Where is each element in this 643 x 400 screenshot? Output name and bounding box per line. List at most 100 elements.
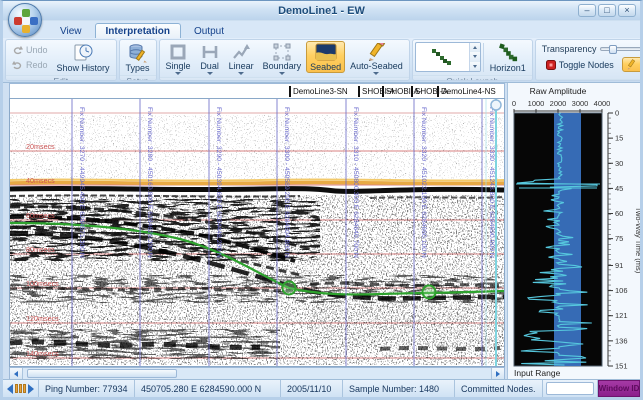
toggle-nodes-label: Toggle Nodes bbox=[559, 60, 614, 70]
horizon-node[interactable] bbox=[283, 282, 296, 295]
tab-view[interactable]: View bbox=[49, 23, 93, 38]
scrollbar-thumb[interactable] bbox=[27, 369, 177, 378]
auto-seabed-label: Auto-Seabed bbox=[350, 62, 403, 71]
time-grid-label: 100msecs bbox=[26, 279, 59, 288]
right-arrow-icon bbox=[496, 371, 500, 377]
transparency-label: Transparency bbox=[542, 44, 597, 54]
horizon-node[interactable] bbox=[423, 286, 436, 299]
previous-ping-icon[interactable] bbox=[7, 384, 13, 394]
crossing-line-tick bbox=[289, 86, 291, 97]
scroll-right-button[interactable] bbox=[491, 368, 504, 379]
draw-interp-button[interactable]: Draw Interp bbox=[622, 57, 643, 72]
history-icon bbox=[72, 43, 94, 63]
linear-button[interactable]: Linear bbox=[225, 41, 258, 76]
auto-seabed-dropdown-icon[interactable] bbox=[373, 72, 379, 75]
time-grid-label: 40msecs bbox=[26, 176, 55, 185]
close-button[interactable]: × bbox=[618, 4, 636, 17]
undo-button[interactable]: Undo bbox=[8, 43, 52, 57]
boundary-button[interactable]: Boundary bbox=[259, 41, 306, 76]
logo-quadrant bbox=[30, 17, 38, 25]
gallery-more-button[interactable] bbox=[470, 62, 480, 71]
ping-navigation[interactable] bbox=[3, 380, 39, 397]
show-history-button[interactable]: Show History bbox=[53, 41, 114, 74]
left-arrow-icon bbox=[14, 371, 18, 377]
single-dropdown-icon[interactable] bbox=[175, 72, 181, 75]
single-label: Single bbox=[166, 62, 191, 71]
linear-arrows-icon bbox=[231, 43, 251, 61]
group-edit: Undo Redo Show History Edit bbox=[5, 39, 117, 81]
status-input-area bbox=[543, 380, 598, 397]
horizon-gallery[interactable] bbox=[415, 42, 481, 72]
time-tick-label: 136 bbox=[615, 336, 628, 345]
next-ping-icon[interactable] bbox=[28, 384, 34, 394]
seabed-button[interactable]: Seabed bbox=[306, 41, 345, 73]
group-quick-launch: Horizon1 Quick Launch bbox=[412, 39, 533, 81]
boundary-label: Boundary bbox=[263, 62, 302, 71]
auto-seabed-pencil-icon bbox=[366, 43, 386, 61]
auto-seabed-button[interactable]: Auto-Seabed bbox=[346, 41, 407, 76]
types-button[interactable]: Types bbox=[122, 41, 154, 74]
redo-icon bbox=[12, 60, 23, 70]
draw-interp-pencil-icon bbox=[626, 59, 637, 70]
horizon1-zigzag-icon bbox=[496, 43, 520, 63]
horizon1-button[interactable]: Horizon1 bbox=[486, 41, 530, 74]
single-button[interactable]: Single bbox=[162, 41, 195, 76]
fix-number-label: Fix Number: 3270 - 449945.400 E 6284571.… bbox=[78, 107, 85, 258]
time-tick-label: 60 bbox=[615, 209, 623, 218]
window-controls: – □ × bbox=[578, 4, 636, 17]
tab-output[interactable]: Output bbox=[183, 23, 235, 38]
time-tick-label: 106 bbox=[615, 286, 628, 295]
maximize-button[interactable]: □ bbox=[598, 4, 616, 17]
time-tick-label: 91 bbox=[615, 261, 623, 270]
amplitude-tick-label: 3000 bbox=[572, 99, 589, 108]
redo-button[interactable]: Redo bbox=[8, 58, 52, 72]
horizon1-label: Horizon1 bbox=[490, 64, 526, 73]
down-arrow-icon bbox=[473, 55, 477, 58]
time-grid-label: 120msecs bbox=[26, 314, 59, 323]
time-tick-label: 121 bbox=[615, 311, 628, 320]
gallery-down-button[interactable] bbox=[470, 52, 480, 61]
app-menu-orb[interactable] bbox=[8, 3, 42, 37]
group-label-setup: Setup bbox=[120, 75, 156, 81]
scroll-left-button[interactable] bbox=[10, 368, 23, 379]
fix-number-label: Fix Number: 3290 - 450394.600 E 6284448.… bbox=[215, 107, 222, 258]
play-control-icon[interactable] bbox=[15, 384, 26, 393]
minimize-button[interactable]: – bbox=[578, 4, 596, 17]
linear-dropdown-icon[interactable] bbox=[238, 72, 244, 75]
gallery-up-button[interactable] bbox=[470, 43, 480, 52]
transparency-slider[interactable] bbox=[600, 47, 643, 51]
boundary-dropdown-icon[interactable] bbox=[279, 72, 285, 75]
fix-number-label: Fix Number: 3310 - 450800.300 E 6284640.… bbox=[352, 107, 359, 258]
status-input-box[interactable] bbox=[546, 382, 594, 395]
logo-quadrant bbox=[14, 17, 22, 25]
time-axis-label: Two-Way Time (ms) bbox=[634, 207, 641, 274]
dual-button[interactable]: Dual bbox=[196, 41, 224, 76]
group-tools: Transparency Toggle Nodes Draw Int bbox=[535, 39, 643, 81]
amplitude-tick-label: 0 bbox=[512, 99, 516, 108]
window-title: DemoLine1 - EW bbox=[278, 5, 365, 17]
transparency-slider-thumb[interactable] bbox=[609, 45, 617, 54]
redo-label: Redo bbox=[26, 60, 48, 70]
trace-position-handle[interactable] bbox=[491, 100, 501, 110]
time-grid-label: 20msecs bbox=[26, 142, 55, 151]
seismic-section[interactable]: 20msecs40msecs60msecs80msecs100msecs120m… bbox=[9, 98, 505, 367]
time-tick-label: 0 bbox=[615, 109, 619, 118]
crossing-line-strip: DemoLine3-SNSHOBI-ASHOBI-A-SHOBI-A-DemoL… bbox=[9, 83, 505, 98]
group-label-edit: Edit bbox=[6, 75, 116, 81]
toggle-nodes-button[interactable]: Toggle Nodes bbox=[542, 58, 618, 72]
seismic-plot[interactable]: 20msecs40msecs60msecs80msecs100msecs120m… bbox=[10, 99, 504, 366]
crossing-line-tick bbox=[437, 86, 439, 97]
more-arrow-icon bbox=[473, 65, 477, 68]
crossing-line-tick bbox=[411, 86, 413, 97]
amplitude-tick-label: 2000 bbox=[550, 99, 567, 108]
window-id-button[interactable]: Window ID bbox=[598, 380, 640, 397]
committed-nodes-field: Committed Nodes. bbox=[455, 380, 543, 397]
logo-center bbox=[22, 17, 30, 25]
coordinates-field: 450705.280 E 6284590.000 N bbox=[135, 380, 281, 397]
crossing-line-label: DemoLine4-NS bbox=[441, 87, 496, 96]
sample-number-field: Sample Number: 1480 bbox=[343, 380, 455, 397]
dual-dropdown-icon[interactable] bbox=[207, 72, 213, 75]
boundary-handles-icon bbox=[272, 43, 292, 61]
tab-interpretation[interactable]: Interpretation bbox=[95, 23, 181, 38]
logo-quadrant bbox=[22, 9, 30, 17]
